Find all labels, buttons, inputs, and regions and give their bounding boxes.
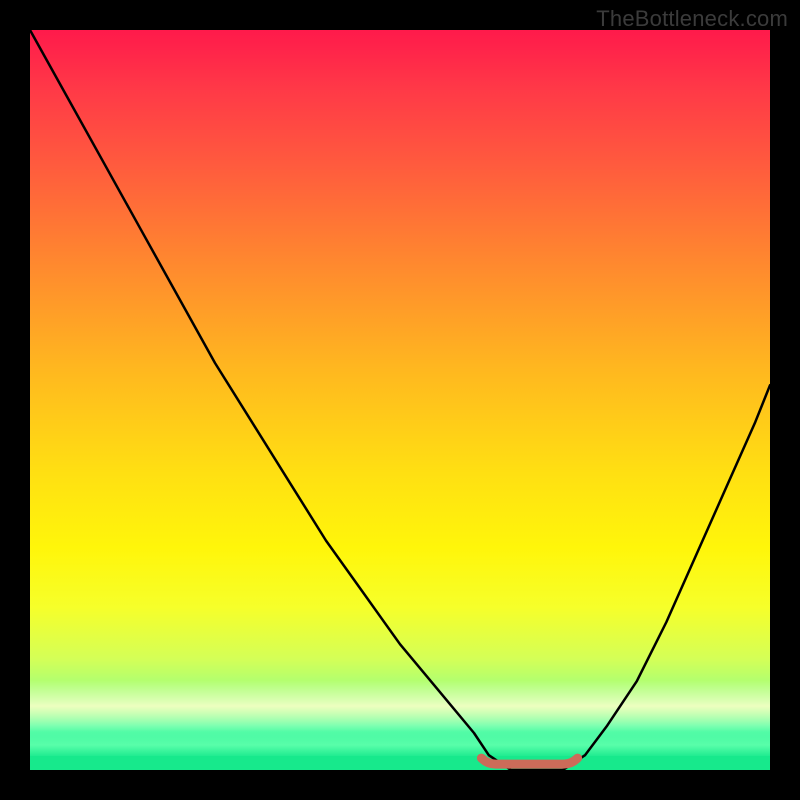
chart-frame: TheBottleneck.com xyxy=(0,0,800,800)
watermark: TheBottleneck.com xyxy=(596,6,788,32)
gradient-background xyxy=(30,30,770,770)
plot-area xyxy=(30,30,770,770)
